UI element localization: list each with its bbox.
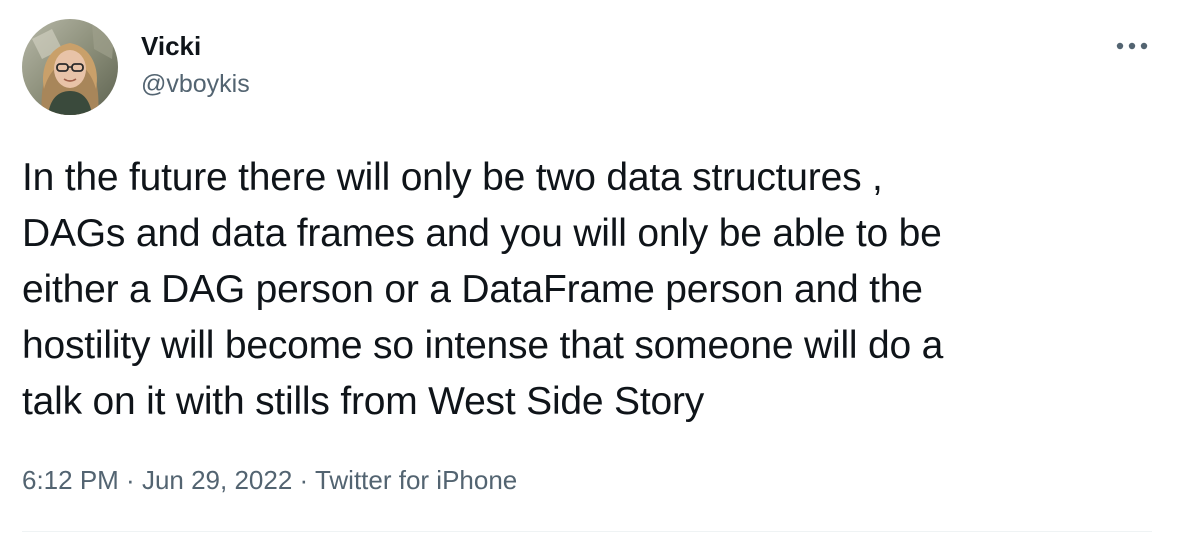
user-handle[interactable]: @vboykis [141, 68, 250, 100]
display-name[interactable]: Vicki [141, 30, 250, 62]
avatar-image [22, 19, 118, 115]
user-info: Vicki @vboykis [141, 30, 250, 100]
tweet-text: In the future there will only be two dat… [22, 156, 944, 423]
tweet-card: Vicki @vboykis In the future there will … [0, 0, 1196, 538]
more-options-button[interactable] [1112, 34, 1152, 58]
tweet-source[interactable]: Twitter for iPhone [315, 465, 517, 495]
tweet-date[interactable]: Jun 29, 2022 [142, 465, 292, 495]
meta-separator: · [118, 465, 142, 495]
tweet-metadata: 6:12 PM · Jun 29, 2022 · Twitter for iPh… [22, 463, 517, 497]
avatar[interactable] [22, 19, 118, 115]
more-horizontal-icon [1116, 42, 1148, 50]
meta-separator: · [292, 465, 315, 495]
divider [22, 531, 1152, 532]
tweet-time[interactable]: 6:12 PM [22, 465, 119, 495]
